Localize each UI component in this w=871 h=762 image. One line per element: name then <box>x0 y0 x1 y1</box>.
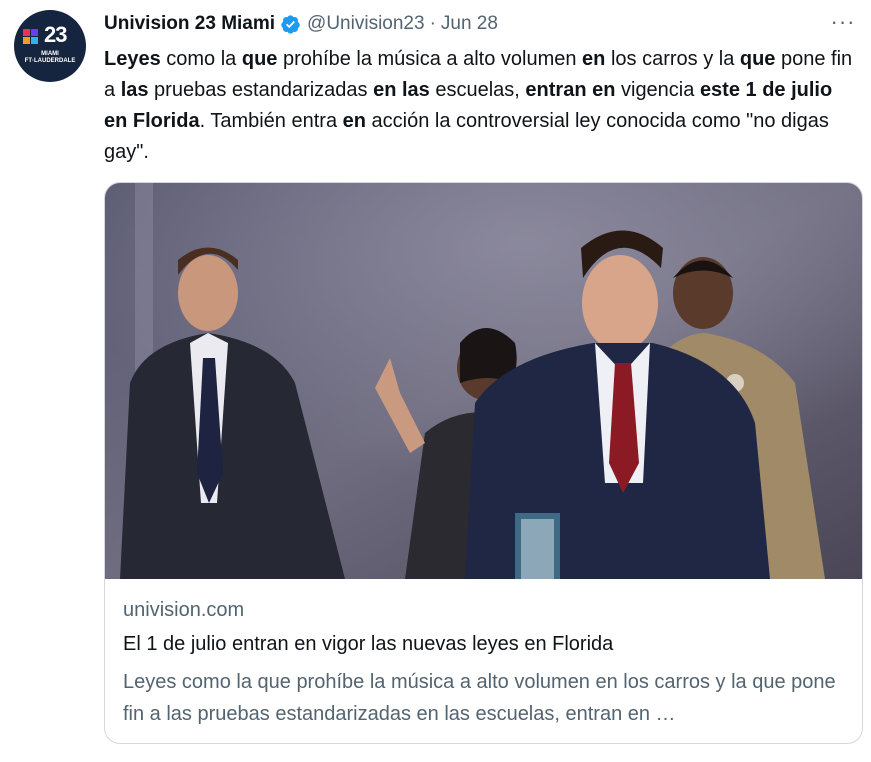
tweet-date[interactable]: Jun 28 <box>441 13 498 35</box>
card-description: Leyes como la que prohíbe la música a al… <box>123 671 836 725</box>
tweet-header: Univision 23 Miami @Univision23 · Jun 28 <box>104 12 498 36</box>
more-options-icon[interactable]: ··· <box>829 11 857 36</box>
tweet-text-bold-segment: en <box>582 48 606 70</box>
tweet-text-bold-segment: Leyes <box>104 48 161 70</box>
tweet-text-segment: . También entra <box>199 110 343 132</box>
account-name[interactable]: Univision 23 Miami <box>104 13 275 35</box>
tweet-text-segment: los carros y la <box>605 48 740 70</box>
tweet-text-segment: como la <box>160 48 242 70</box>
account-handle[interactable]: @Univision23 <box>307 13 425 35</box>
univision-logo-icon <box>23 29 38 44</box>
tweet-text-segment: vigencia <box>615 79 700 101</box>
tweet-text-bold-segment: en las <box>373 79 430 101</box>
tweet-text-segment: prohíbe la música a alto volumen <box>277 48 583 70</box>
tweet-text-bold-segment: entran en <box>525 79 616 101</box>
tweet-text-bold-segment: en <box>342 110 366 132</box>
verified-badge-icon <box>281 14 300 34</box>
tweet-text-bold-segment: que <box>739 48 776 70</box>
avatar[interactable]: 23 MIAMI FT·LAUDERDALE <box>14 10 86 82</box>
tweet-text-segment: pruebas estandarizadas <box>148 79 374 101</box>
tweet-text-segment: escuelas, <box>429 79 526 101</box>
avatar-region: FT·LAUDERDALE <box>24 58 76 64</box>
card-title[interactable]: El 1 de julio entran en vigor las nuevas… <box>123 633 613 656</box>
avatar-number: 23 <box>44 22 68 47</box>
avatar-city: MIAMI <box>41 51 59 57</box>
card-domain: univision.com <box>123 599 245 621</box>
tweet-text-bold-segment: que <box>241 48 278 70</box>
tweet-text: Leyes como la que prohíbe la música a al… <box>104 44 859 168</box>
tweet-text-bold-segment: las <box>120 79 149 101</box>
link-card[interactable]: univision.com El 1 de julio entran en vi… <box>104 182 863 744</box>
separator-dot: · <box>429 13 436 34</box>
card-image[interactable] <box>105 183 862 579</box>
